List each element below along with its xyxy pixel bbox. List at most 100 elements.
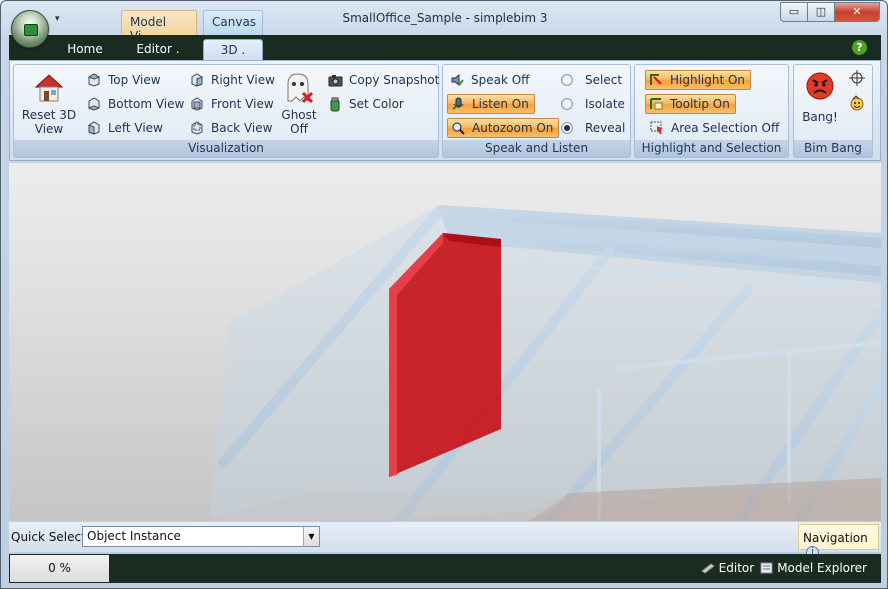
speak-off-button[interactable]: Speak Off [449, 70, 529, 90]
cube-top-icon [86, 72, 102, 88]
bang-label: Bang! [802, 110, 838, 124]
radio-isolate-label: Isolate [585, 97, 625, 111]
group-bim-bang: Bang! Bim Bang [793, 64, 873, 158]
top-view-label: Top View [108, 73, 161, 87]
ghost-off-button[interactable]: Ghost Off [276, 71, 322, 136]
editor-icon [700, 563, 715, 574]
dropdown-arrow-icon[interactable]: ▼ [303, 527, 319, 546]
radio-reveal[interactable]: Reveal [561, 118, 625, 138]
quick-select-dropdown[interactable]: Object Instance ▼ [82, 526, 320, 547]
area-selection-off-button[interactable]: Area Selection Off [649, 118, 779, 138]
crosshair-icon[interactable] [849, 70, 865, 89]
group-visualization: Reset 3D View Top View Bottom View Left … [13, 64, 439, 158]
speaker-icon [449, 72, 465, 88]
close-button[interactable]: ✕ [834, 2, 880, 22]
autozoom-on-button[interactable]: Autozoom On [447, 118, 560, 138]
top-view-button[interactable]: Top View [86, 70, 161, 90]
right-view-label: Right View [211, 73, 275, 87]
ghost-icon [287, 73, 314, 104]
cube-bottom-icon [86, 96, 102, 112]
radio-isolate[interactable]: Isolate [561, 94, 625, 114]
model-explorer-label: Model Explorer [777, 561, 867, 575]
left-view-label: Left View [108, 121, 163, 135]
cube-back-icon [189, 120, 205, 136]
radio-reveal-indicator [561, 122, 573, 134]
cube-left-icon [86, 120, 102, 136]
front-view-button[interactable]: Front View [189, 94, 274, 114]
back-view-label: Back View [211, 121, 273, 135]
navigation-button[interactable]: Navigationi [798, 524, 879, 559]
copy-snapshot-button[interactable]: Copy Snapshot [327, 70, 439, 90]
ghost-label-line1: Ghost [281, 108, 317, 122]
progress-indicator: 0 % [10, 555, 109, 582]
set-color-label: Set Color [349, 97, 404, 111]
group-caption-visualization: Visualization [14, 140, 438, 157]
title-bar: ▾ Model Vi... Canvas SmallOffice_Sample … [1, 1, 887, 48]
right-view-button[interactable]: Right View [189, 70, 275, 90]
camera-icon [327, 72, 343, 88]
group-speak-listen: Speak Off Listen On Autozoom On Select I… [442, 64, 631, 158]
bang-button[interactable]: Bang! [800, 71, 840, 124]
cube-right-icon [189, 72, 205, 88]
radio-select-label: Select [585, 73, 623, 87]
set-color-button[interactable]: Set Color [327, 94, 404, 114]
bottom-view-button[interactable]: Bottom View [86, 94, 184, 114]
minimize-button[interactable]: ▭ [780, 2, 808, 22]
tooltip-icon [648, 96, 664, 112]
radio-reveal-label: Reveal [585, 121, 626, 135]
3d-model-render [9, 163, 881, 521]
3d-viewport[interactable] [9, 163, 881, 521]
reset-3d-view-button[interactable]: Reset 3D View [18, 71, 80, 136]
area-selection-icon [649, 120, 665, 136]
paint-bucket-icon [327, 96, 343, 112]
highlight-on-label: Highlight On [670, 73, 746, 87]
magnifier-icon [450, 120, 466, 136]
model-explorer-icon [760, 562, 773, 574]
speak-off-label: Speak Off [471, 73, 530, 87]
listen-on-button[interactable]: Listen On [447, 94, 535, 114]
model-explorer-toggle[interactable]: Model Explorer [760, 561, 867, 575]
autozoom-on-label: Autozoom On [472, 121, 554, 135]
group-caption-speak-listen: Speak and Listen [443, 140, 630, 157]
angry-face-icon [806, 72, 834, 100]
tab-editor[interactable]: Editor . [123, 39, 193, 60]
quick-access-dropdown-icon[interactable]: ▾ [55, 14, 60, 24]
cube-front-icon [189, 96, 205, 112]
bottom-view-label: Bottom View [108, 97, 185, 111]
front-view-label: Front View [211, 97, 274, 111]
copy-snapshot-label: Copy Snapshot [349, 73, 440, 87]
highlight-on-button[interactable]: Highlight On [645, 70, 752, 90]
reset-label-line2: View [34, 122, 64, 136]
tooltip-on-button[interactable]: Tooltip On [645, 94, 736, 114]
quick-select-value: Object Instance [87, 529, 181, 543]
group-caption-bim-bang: Bim Bang [794, 140, 872, 157]
editor-toggle[interactable]: Editor [700, 561, 755, 575]
context-tab-model-view[interactable]: Model Vi... [121, 10, 197, 43]
microphone-icon [450, 96, 466, 112]
radio-select[interactable]: Select [561, 70, 622, 90]
radio-isolate-indicator [561, 98, 573, 110]
left-view-button[interactable]: Left View [86, 118, 163, 138]
group-caption-highlight: Highlight and Selection [635, 140, 788, 157]
group-highlight-selection: Highlight On Tooltip On Area Selection O… [634, 64, 789, 158]
tooltip-on-label: Tooltip On [670, 97, 730, 111]
tab-home[interactable]: Home [54, 39, 116, 60]
ribbon-tab-strip: Home Editor . 3D . ? [9, 35, 881, 60]
house-icon [34, 74, 64, 102]
back-view-button[interactable]: Back View [189, 118, 272, 138]
ribbon: Reset 3D View Top View Bottom View Left … [9, 60, 881, 161]
editor-label: Editor [718, 561, 755, 575]
app-window: ▾ Model Vi... Canvas SmallOffice_Sample … [0, 0, 888, 589]
highlight-icon [648, 72, 664, 88]
tab-3d[interactable]: 3D . [203, 39, 263, 60]
context-tab-canvas[interactable]: Canvas [203, 10, 263, 35]
listen-on-label: Listen On [472, 97, 529, 111]
smiley-icon[interactable] [849, 95, 865, 114]
help-icon[interactable]: ? [852, 40, 867, 55]
ghost-label-line2: Off [290, 122, 308, 136]
application-menu-button[interactable] [11, 10, 49, 48]
status-bar: 0 % Editor Model Explorer [9, 554, 881, 583]
maximize-button[interactable]: ◫ [807, 2, 835, 22]
quick-select-label: Quick Select: [11, 530, 90, 544]
status-right: Editor Model Explorer [700, 561, 867, 575]
